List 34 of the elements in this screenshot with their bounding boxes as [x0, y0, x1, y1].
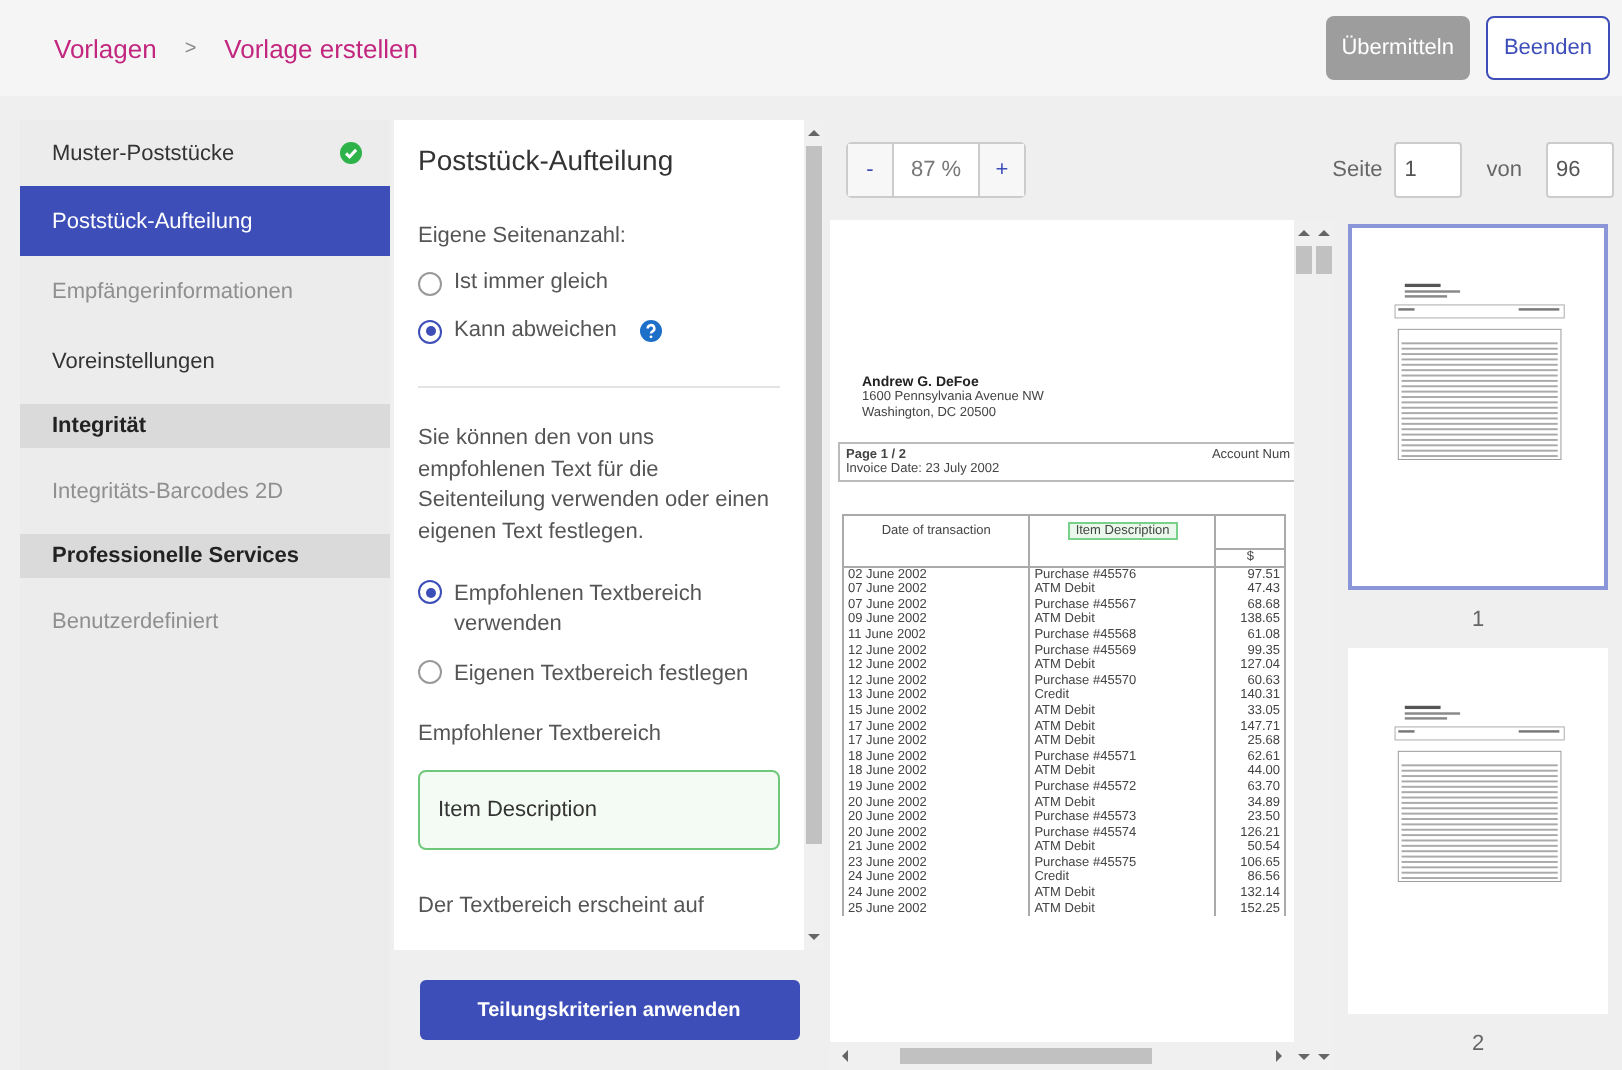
page-number-label: 1: [1471, 608, 1485, 632]
sidebar-section-header: Professionelle Services: [20, 534, 390, 578]
help-icon[interactable]: [640, 320, 663, 342]
radio-label: Ist immer gleich: [454, 268, 609, 298]
text-area-field[interactable]: Item Description: [418, 770, 780, 850]
radio-label: Eigenen Textbereich festlegen: [454, 660, 751, 690]
breadcrumb-link[interactable]: Vorlage erstellen: [224, 33, 419, 63]
breadcrumb-separator: >: [184, 37, 197, 59]
finish-button[interactable]: Beenden: [1485, 16, 1610, 80]
page-input[interactable]: 1: [1394, 142, 1463, 198]
panel-title: Poststück-Aufteilung: [418, 144, 676, 176]
radio-button[interactable]: [418, 319, 442, 343]
sidebar-section-header: Integrität: [20, 404, 390, 448]
zoom-value[interactable]: 87 %: [892, 144, 980, 196]
page-total-field: 96: [1546, 142, 1614, 198]
radio-button[interactable]: [418, 271, 442, 295]
field-label: Eigene Seitenanzahl:: [418, 224, 628, 248]
apply-button[interactable]: Teilungskriterien anwenden: [419, 980, 799, 1040]
note-text: Der Textbereich erscheint auf: [418, 894, 706, 918]
page-label: Seite: [1332, 158, 1383, 182]
radio-label: Kann abweichen: [454, 316, 617, 346]
page-thumbnail[interactable]: [1348, 224, 1608, 590]
radio-label: Empfohlenen Textbereich verwenden: [454, 580, 704, 640]
sidebar-item[interactable]: Muster-Poststücke: [20, 120, 390, 186]
radio-button[interactable]: [418, 580, 442, 604]
field-label: Empfohlener Textbereich: [418, 722, 663, 746]
check-icon: [340, 142, 362, 164]
breadcrumb-link[interactable]: Vorlagen: [54, 33, 157, 63]
page-number-label: 2: [1471, 1032, 1485, 1056]
radio-button[interactable]: [418, 660, 442, 684]
sidebar-item[interactable]: Poststück-Aufteilung: [20, 186, 390, 256]
description-text: Sie können den von uns empfohlenen Text für die Seitenteilung verwenden oder einen eigenen Text festlegen.: [418, 424, 772, 547]
sidebar-item[interactable]: Voreinstellungen: [20, 326, 390, 396]
page-of-label: von: [1486, 158, 1522, 182]
